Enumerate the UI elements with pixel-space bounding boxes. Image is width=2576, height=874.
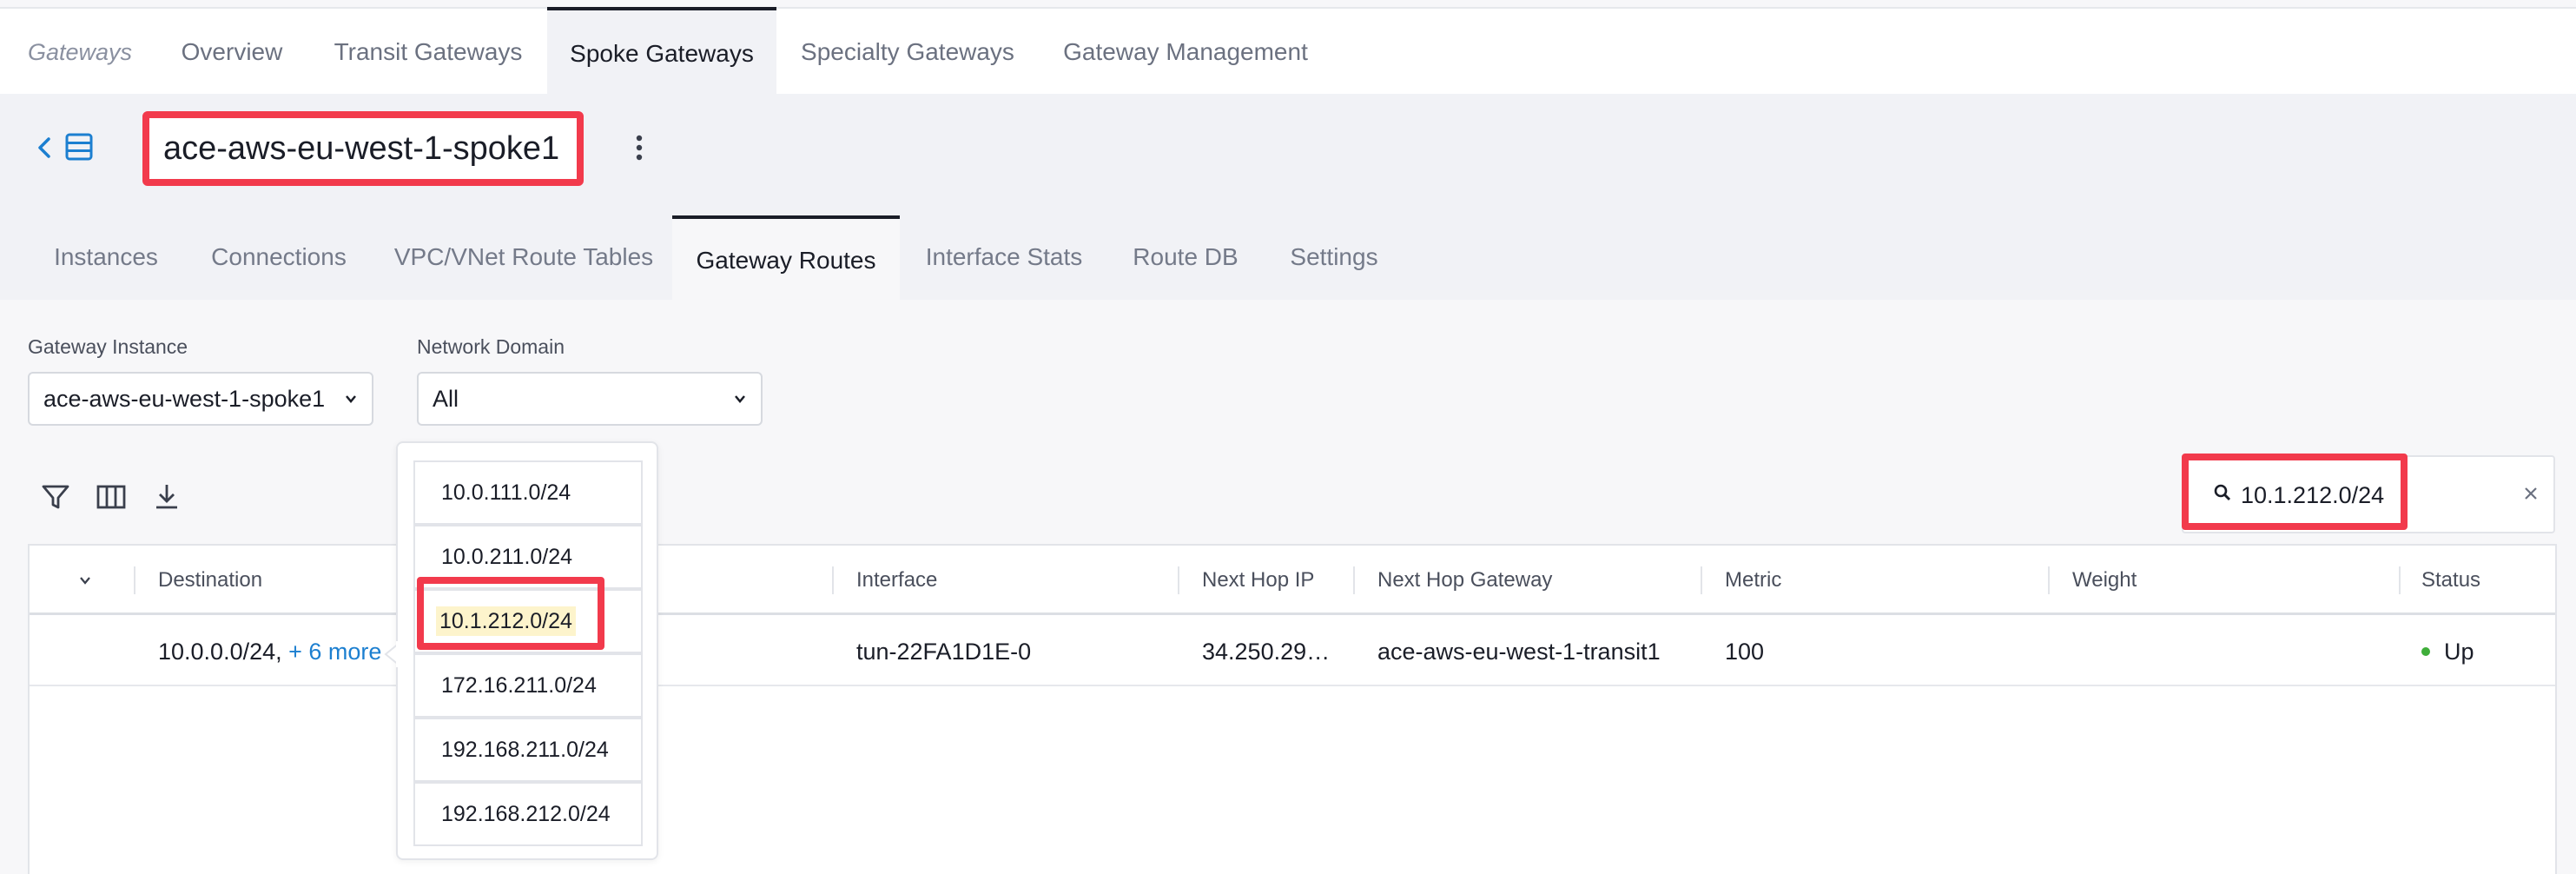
destination-value: 10.0.0.0/24, [158,639,282,665]
column-divider [2399,566,2401,594]
list-view-icon[interactable] [64,132,94,162]
close-icon[interactable] [2522,485,2540,502]
column-divider [2048,566,2050,594]
popover-item-text: 192.168.212.0/24 [441,802,611,826]
next-hop-ip-cell: 34.250.29… [1202,639,1331,665]
col-next-hop-gateway[interactable]: Next Hop Gateway [1377,546,1552,615]
columns-icon[interactable] [96,481,127,513]
column-divider [1701,566,1702,594]
tab-vpc-vnet-route-tables[interactable]: VPC/VNet Route Tables [389,215,658,299]
column-divider [1178,566,1179,594]
tab-settings[interactable]: Settings [1277,215,1391,299]
network-domain-label: Network Domain [417,335,565,358]
col-status[interactable]: Status [2421,546,2480,615]
search-input[interactable] [2241,474,2397,516]
top-nav: Gateways Overview Transit Gateways Spoke… [0,7,2576,101]
popover-item: 192.168.212.0/24 [413,782,643,846]
column-divider [832,566,834,594]
tab-spoke-gateways[interactable]: Spoke Gateways [547,7,776,96]
metric-cell: 100 [1725,639,1765,665]
tab-gateway-routes[interactable]: Gateway Routes [672,215,900,301]
expand-all-icon[interactable] [78,575,92,586]
chevron-down-icon [346,395,356,403]
tab-connections[interactable]: Connections [196,215,361,299]
status-value: Up [2444,639,2474,665]
tab-instances[interactable]: Instances [35,215,177,299]
breadcrumb-gateways[interactable]: Gateways [28,9,132,96]
popover-item-text: 10.0.111.0/24 [441,480,571,505]
tab-interface-stats[interactable]: Interface Stats [915,215,1093,299]
tab-overview[interactable]: Overview [165,9,299,96]
col-weight[interactable]: Weight [2072,546,2137,615]
popover-item: 192.168.211.0/24 [413,718,643,782]
status-up-icon [2421,646,2430,656]
tab-route-db[interactable]: Route DB [1120,215,1251,299]
gateway-instance-value: ace-aws-eu-west-1-spoke1 [43,386,326,412]
next-hop-gateway-cell: ace-aws-eu-west-1-transit1 [1377,639,1661,665]
tab-gateway-management[interactable]: Gateway Management [1051,9,1320,96]
network-domain-select[interactable]: All [417,372,763,426]
popover-item-text: 192.168.211.0/24 [441,738,609,762]
popover-item: 172.16.211.0/24 [413,653,643,718]
popover-item: 10.0.111.0/24 [413,460,643,525]
search-icon [2214,484,2231,501]
col-destination[interactable]: Destination [158,546,262,615]
column-divider [134,566,135,594]
chevron-left-icon[interactable] [35,134,56,162]
col-metric[interactable]: Metric [1725,546,1781,615]
col-next-hop-ip[interactable]: Next Hop IP [1202,546,1314,615]
destinations-popover: 10.0.111.0/24 10.0.211.0/24 10.1.212.0/2… [396,441,658,860]
gateway-name-highlight: ace-aws-eu-west-1-spoke1 [142,111,584,186]
gateway-instance-label: Gateway Instance [28,335,188,358]
download-icon[interactable] [151,481,182,513]
status-cell: Up [2421,617,2474,686]
popover-item-text: 172.16.211.0/24 [441,673,597,698]
tab-transit-gateways[interactable]: Transit Gateways [327,9,530,96]
chevron-down-icon [735,395,745,403]
popover-arrow [384,641,400,667]
gateway-instance-select[interactable]: ace-aws-eu-west-1-spoke1 [28,372,373,426]
more-destinations-link[interactable]: + 6 more [288,639,381,665]
network-domain-value: All [433,386,459,412]
tab-specialty-gateways[interactable]: Specialty Gateways [790,9,1025,96]
more-options-icon[interactable] [629,132,650,163]
destination-cell: 10.0.0.0/24, + 6 more [158,617,381,686]
col-interface[interactable]: Interface [856,546,937,615]
column-divider [1353,566,1355,594]
interface-cell: tun-22FA1D1E-0 [856,639,1032,665]
filter-icon[interactable] [40,481,71,513]
popover-item-red-highlight [417,577,604,650]
gateway-name: ace-aws-eu-west-1-spoke1 [163,130,560,167]
